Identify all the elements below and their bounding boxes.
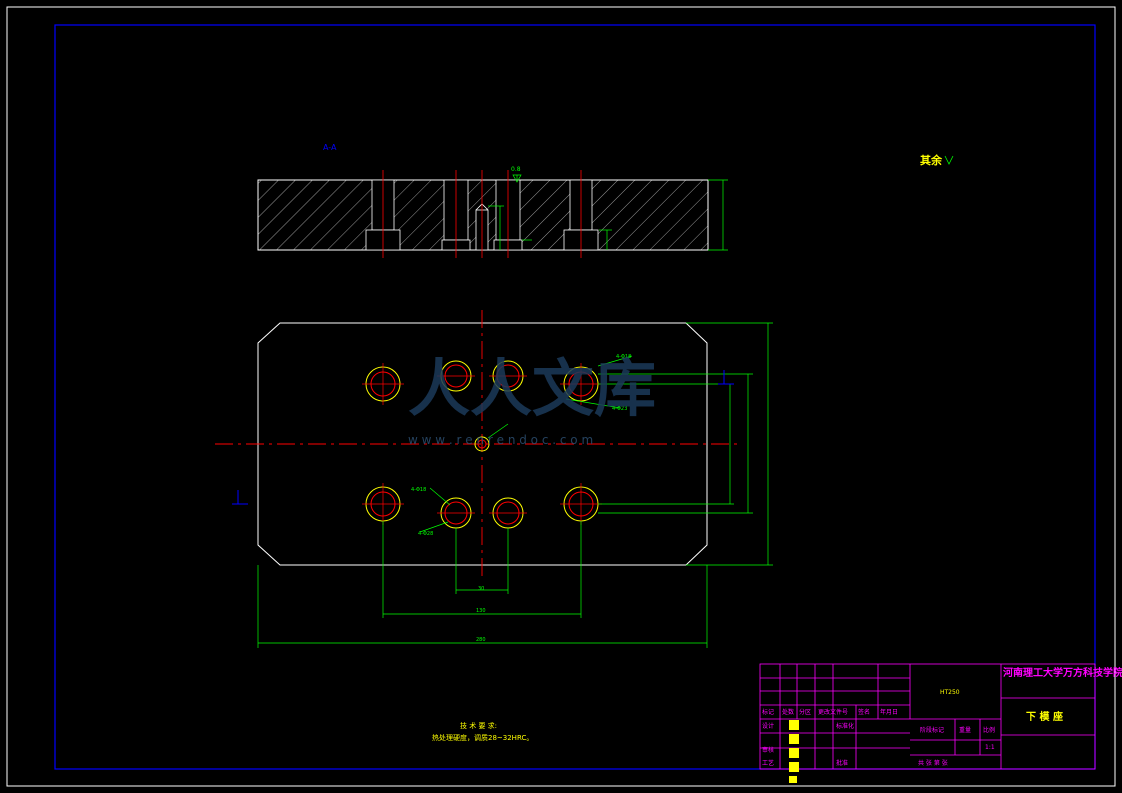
surface-finish-note: 其余 <box>920 153 943 167</box>
watermark-url: w w w . r e n r e n d o c . c o m <box>408 433 593 447</box>
signature-marks <box>789 720 799 783</box>
tb-part-name: 下 模 座 <box>1026 710 1063 723</box>
tech-req-title: 技 术 要 求: <box>460 721 497 730</box>
dim-130: 130 <box>476 608 486 614</box>
tb-sheets: 共 张 第 张 <box>918 759 948 767</box>
tb-label-standard: 标准化 <box>836 722 854 730</box>
tb-label-count: 处数 <box>782 708 794 716</box>
top-roughness-value: 0.8 <box>511 166 521 173</box>
tb-scale-value: 1:1 <box>985 744 995 751</box>
tb-label-approve: 批准 <box>836 759 848 767</box>
tb-label-review: 审核 <box>762 746 774 754</box>
tb-label-change-doc: 更改文件号 <box>818 708 848 716</box>
watermark-logo: 人人文库 <box>408 352 656 425</box>
tb-school-line: 河南理工大学万方科技学院 <box>1003 666 1122 679</box>
tb-label-process: 工艺 <box>762 759 774 767</box>
tech-req-line1: 热处理硬度，调质28~32HRC。 <box>432 733 533 742</box>
tb-label-mark: 标记 <box>762 708 774 716</box>
dim-280: 280 <box>476 637 486 643</box>
dim-30: 30 <box>478 586 484 592</box>
tb-label-weight: 重量 <box>959 726 971 734</box>
hole-callout-4: 4-Φ28 <box>418 531 433 537</box>
section-view <box>257 170 728 258</box>
tb-label-stage: 阶段标记 <box>920 726 944 734</box>
cad-drawing-canvas: A-A 0.8 4-Φ18 4-Φ23 4-Φ18 4-Φ28 30 130 2… <box>6 6 1122 787</box>
hole-callout-3: 4-Φ18 <box>411 487 426 493</box>
tb-label-date: 年月日 <box>880 708 898 716</box>
tb-material: HT250 <box>940 689 960 696</box>
tb-label-zone: 分区 <box>799 708 811 716</box>
tb-label-ratio: 比例 <box>983 726 995 734</box>
roughness-symbol <box>944 155 954 165</box>
section-label: A-A <box>323 143 337 152</box>
tb-label-sign: 签名 <box>858 708 870 716</box>
tb-label-design: 设计 <box>762 722 774 730</box>
